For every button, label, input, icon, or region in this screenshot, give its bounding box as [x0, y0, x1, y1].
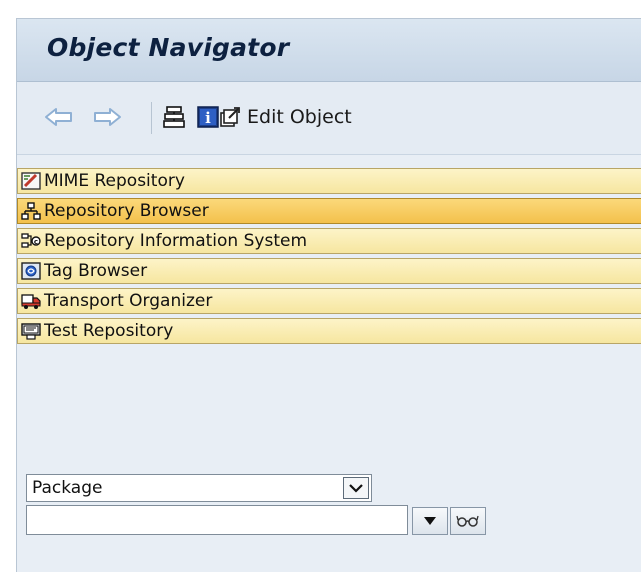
tag-browser-icon — [20, 261, 42, 281]
toolbar: i Edit Object — [17, 82, 641, 155]
nav-item-label: MIME Repository — [44, 171, 185, 191]
nav-item-tag-browser[interactable]: Tag Browser — [17, 258, 641, 284]
nav-item-label: Transport Organizer — [44, 291, 213, 311]
value-help-button[interactable] — [412, 507, 448, 535]
title-bar: Object Navigator — [17, 19, 641, 82]
object-type-value: Package — [32, 478, 103, 498]
nav-item-label: Repository Information System — [44, 231, 308, 251]
arrow-left-icon — [45, 108, 72, 126]
edit-object-label: Edit Object — [247, 106, 352, 128]
edit-object-icon — [220, 107, 240, 127]
nav-item-label: Repository Browser — [44, 201, 209, 221]
nav-item-repository-information-system[interactable]: c Repository Information System — [17, 228, 641, 254]
mime-repository-icon — [20, 171, 42, 191]
object-type-select[interactable]: Package — [26, 474, 372, 502]
nav-item-repository-browser[interactable]: Repository Browser — [17, 198, 641, 224]
glasses-icon — [456, 515, 479, 527]
display-button[interactable] — [450, 507, 486, 535]
svg-text:c: c — [34, 238, 38, 246]
edit-object-button[interactable]: Edit Object — [219, 100, 419, 134]
stack-icon — [163, 106, 185, 128]
arrow-right-icon — [94, 108, 121, 126]
back-button[interactable] — [39, 100, 79, 134]
object-name-input[interactable] — [26, 505, 408, 535]
nav-item-transport-organizer[interactable]: Transport Organizer — [17, 288, 641, 314]
info-icon: i — [197, 106, 219, 128]
dropdown-triangle-icon — [424, 517, 436, 525]
forward-button[interactable] — [87, 100, 127, 134]
info-system-icon: c — [20, 231, 42, 251]
truck-icon — [20, 291, 42, 311]
toolbar-separator — [151, 102, 152, 134]
nav-item-label: Test Repository — [44, 321, 174, 341]
hierarchy-icon — [20, 201, 42, 221]
nav-item-mime-repository[interactable]: MIME Repository — [17, 168, 641, 194]
svg-text:i: i — [205, 109, 211, 127]
page-title: Object Navigator — [47, 33, 290, 62]
nav-item-test-repository[interactable]: Test Repository — [17, 318, 641, 344]
nav-item-label: Tag Browser — [44, 261, 148, 281]
navigation-list: MIME Repository Repository Browser c Rep… — [17, 168, 641, 348]
chevron-down-icon[interactable] — [343, 477, 369, 499]
other-object-button[interactable] — [159, 100, 189, 134]
test-repository-icon — [20, 321, 42, 341]
